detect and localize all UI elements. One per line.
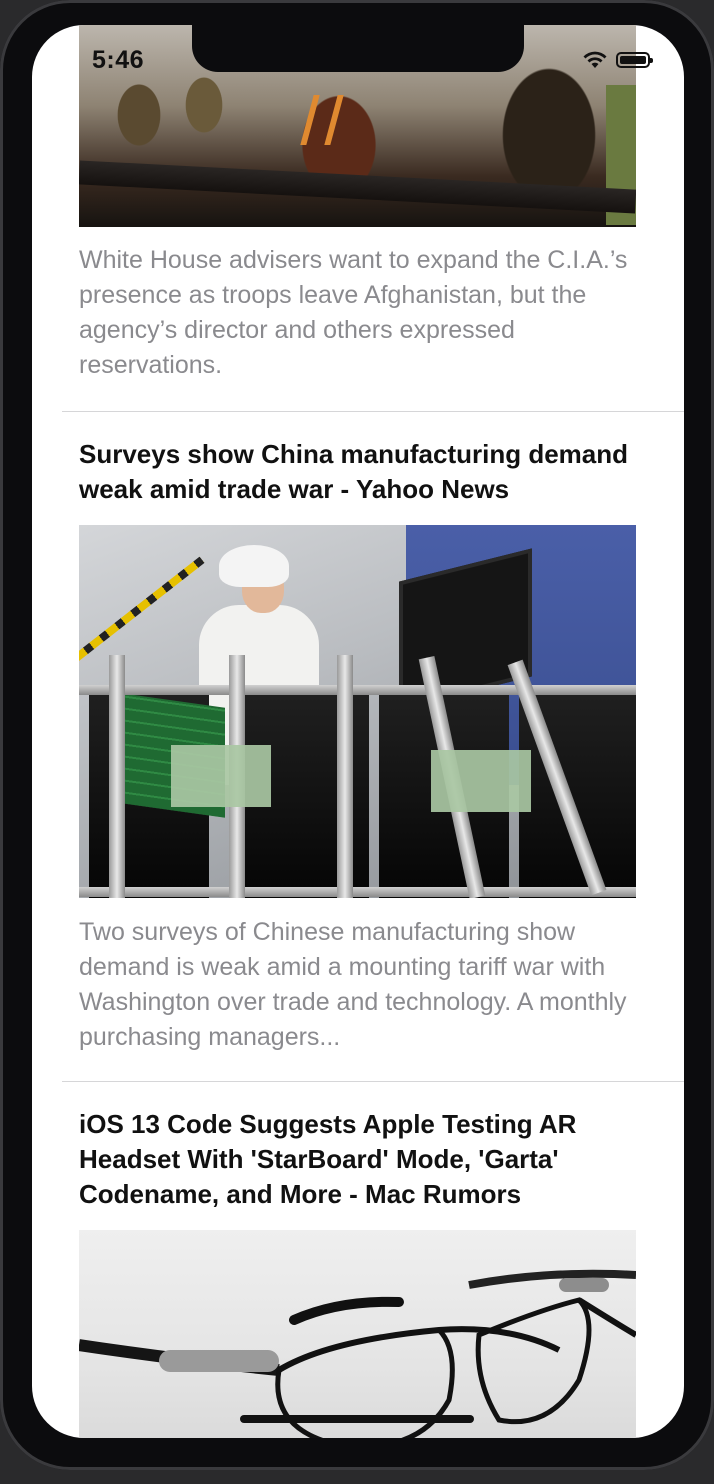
article-image[interactable] bbox=[79, 525, 636, 898]
article-card[interactable]: iOS 13 Code Suggests Apple Testing AR He… bbox=[62, 1081, 684, 1438]
status-icons bbox=[582, 51, 653, 69]
article-image[interactable] bbox=[79, 1230, 636, 1438]
article-summary: Two surveys of Chinese manufacturing sho… bbox=[79, 918, 627, 1051]
article-card[interactable]: White House advisers want to expand the … bbox=[32, 25, 684, 411]
article-headline[interactable]: iOS 13 Code Suggests Apple Testing AR He… bbox=[79, 1082, 636, 1212]
notch bbox=[192, 25, 524, 72]
article-headline[interactable]: Surveys show China manufacturing demand … bbox=[79, 412, 636, 507]
phone-frame: 5:46 White House advisers want to expand… bbox=[0, 0, 714, 1470]
news-feed[interactable]: White House advisers want to expand the … bbox=[32, 25, 684, 1438]
article-summary: White House advisers want to expand the … bbox=[79, 246, 628, 379]
article-card[interactable]: Surveys show China manufacturing demand … bbox=[62, 411, 684, 1081]
battery-icon bbox=[616, 52, 653, 68]
wifi-icon bbox=[583, 51, 607, 68]
home-indicator[interactable] bbox=[240, 1415, 474, 1423]
status-time: 5:46 bbox=[92, 46, 145, 74]
screen: 5:46 White House advisers want to expand… bbox=[32, 25, 684, 1438]
